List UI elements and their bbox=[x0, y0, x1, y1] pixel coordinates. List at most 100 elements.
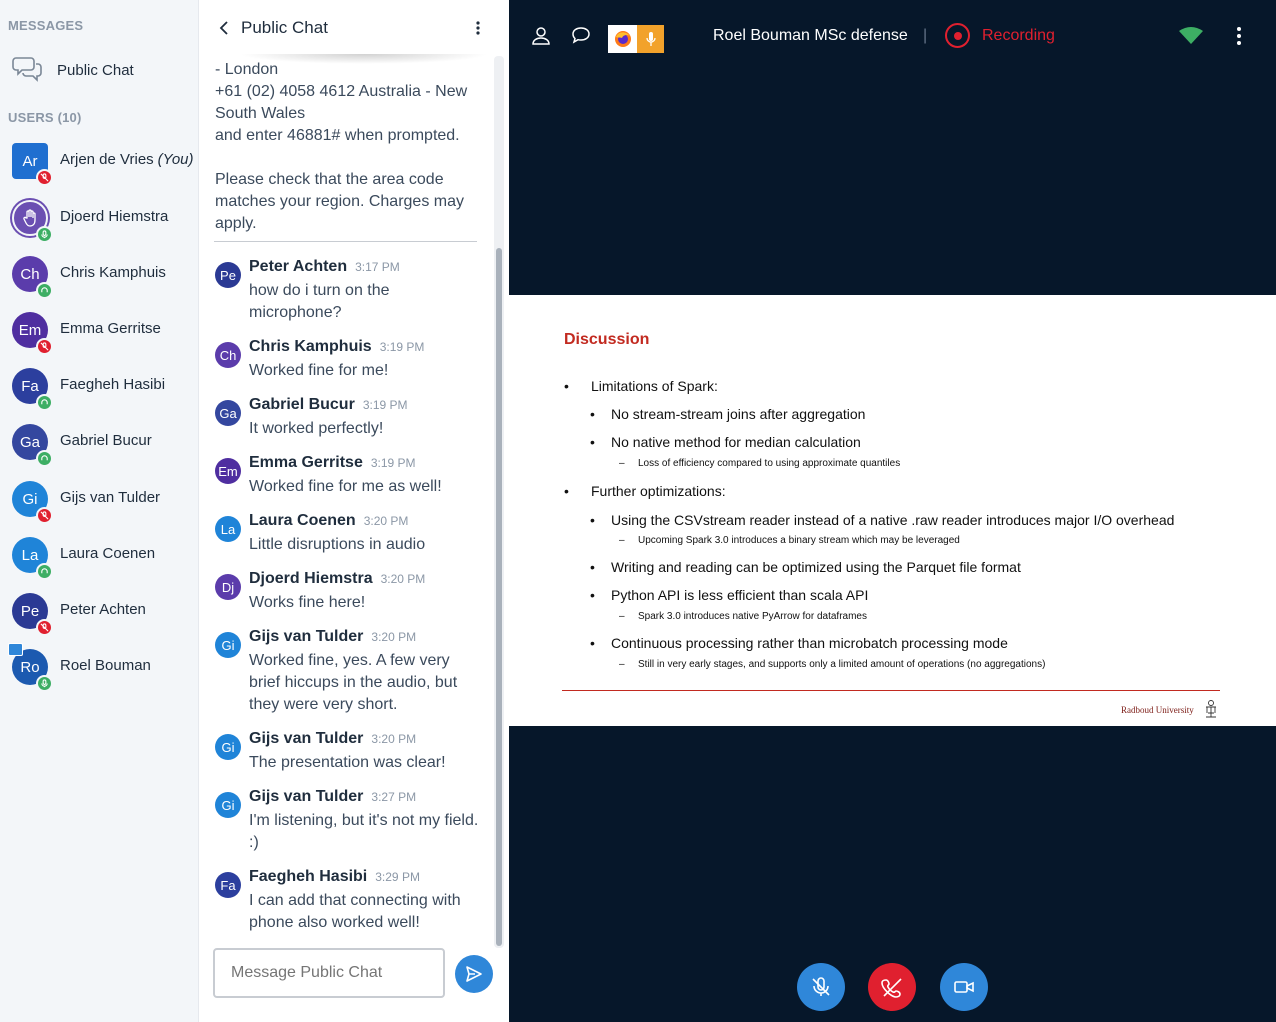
message-sender: Emma Gerritse bbox=[249, 454, 363, 471]
message-text: Worked fine, yes. A few very brief hiccu… bbox=[249, 652, 458, 713]
user-name: Roel Bouman bbox=[60, 657, 151, 674]
user-item[interactable]: Djoerd Hiemstra bbox=[0, 200, 198, 256]
message-header: Gijs van Tulder 3:27 PM bbox=[249, 788, 416, 806]
message-sender: Peter Achten bbox=[249, 258, 348, 275]
avatar: La bbox=[215, 516, 241, 542]
you-indicator: (You) bbox=[157, 151, 194, 168]
user-item[interactable]: La Laura Coenen bbox=[0, 537, 198, 593]
message-text: how do i turn on the microphone? bbox=[249, 282, 390, 321]
university-seal-icon bbox=[1206, 700, 1216, 718]
user-name: Djoerd Hiemstra bbox=[60, 208, 168, 225]
recording-label[interactable]: Recording bbox=[982, 27, 1055, 45]
user-name: Faegheh Hasibi bbox=[60, 376, 165, 393]
avatar-initials: Pe bbox=[220, 267, 236, 283]
message-time: 3:20 PM bbox=[371, 630, 417, 644]
slide-subsubbullet-quantiles: – Loss of efficiency compared to using ap… bbox=[619, 458, 901, 469]
user-item[interactable]: Em Emma Gerritse bbox=[0, 312, 198, 368]
welcome-line-charges: Please check that the area code matches … bbox=[215, 171, 464, 232]
avatar: Gi bbox=[215, 792, 241, 818]
mic-muted-icon bbox=[36, 619, 53, 636]
headphones-icon bbox=[36, 450, 53, 467]
slide-bullet-text: Python API is less efficient than scala … bbox=[611, 587, 869, 603]
slide-bullet-text: Loss of efficiency compared to using app… bbox=[638, 458, 901, 469]
headphones-icon bbox=[36, 394, 53, 411]
slide-bullet-text: Limitations of Spark: bbox=[591, 378, 718, 394]
mic-icon bbox=[36, 675, 53, 692]
avatar-initials: Ga bbox=[219, 405, 237, 421]
mic-icon bbox=[36, 226, 53, 243]
chat-panel: Public Chat - London +61 (02) 4058 4612 … bbox=[199, 0, 509, 1022]
send-icon bbox=[466, 966, 482, 982]
user-item[interactable]: Ar Arjen de Vries (You) bbox=[0, 143, 198, 199]
message-text: Little disruptions in audio bbox=[249, 536, 426, 553]
avatar-initials: Gi bbox=[22, 490, 38, 508]
title-separator: | bbox=[923, 27, 928, 44]
recording-icon[interactable] bbox=[945, 23, 970, 48]
slide-footer-line bbox=[562, 690, 1220, 691]
send-button[interactable] bbox=[455, 955, 493, 993]
avatar: Gi bbox=[215, 734, 241, 760]
user-item[interactable]: Ga Gabriel Bucur bbox=[0, 424, 198, 480]
message-sender: Laura Coenen bbox=[249, 512, 356, 529]
message-input[interactable] bbox=[213, 948, 445, 998]
message-text: Works fine here! bbox=[249, 594, 366, 611]
user-name-text: Chris Kamphuis bbox=[60, 264, 166, 281]
message-list[interactable]: - London +61 (02) 4058 4612 Australia - … bbox=[199, 56, 493, 946]
slide-bullet-text: Further optimizations: bbox=[591, 483, 726, 499]
mic-muted-icon bbox=[36, 507, 53, 524]
slide-bullet-text: Using the CSVstream reader instead of a … bbox=[611, 512, 1175, 528]
avatar-initials: Em bbox=[18, 321, 42, 339]
sidebar-item-public-chat[interactable]: Public Chat bbox=[0, 48, 198, 92]
user-name: Emma Gerritse bbox=[60, 320, 161, 337]
header-shadow bbox=[239, 54, 489, 64]
avatar-initials: Pe bbox=[20, 602, 40, 620]
slide-title: Discussion bbox=[564, 331, 650, 348]
chat-bubbles-icon bbox=[12, 57, 42, 82]
message-header: Gabriel Bucur 3:19 PM bbox=[249, 396, 408, 414]
avatar-initials: Gi bbox=[221, 797, 235, 813]
presenter-icon bbox=[8, 643, 23, 656]
mute-microphone-button[interactable] bbox=[797, 963, 845, 1011]
message-time: 3:19 PM bbox=[370, 456, 416, 470]
message-header: Gijs van Tulder 3:20 PM bbox=[249, 730, 416, 748]
message-header: Laura Coenen 3:20 PM bbox=[249, 512, 408, 530]
more-options-icon[interactable] bbox=[471, 18, 485, 38]
message-text: Worked fine for me as well! bbox=[249, 478, 442, 495]
user-name: Chris Kamphuis bbox=[60, 264, 166, 281]
message-text: Worked fine for me! bbox=[249, 362, 389, 379]
avatar-initials: Ch bbox=[20, 265, 40, 283]
user-list-toggle-icon[interactable] bbox=[529, 24, 553, 48]
chat-scrollbar-thumb[interactable] bbox=[496, 248, 502, 946]
slide-subbullet-median: • No native method for median calculation bbox=[590, 434, 861, 450]
user-name-text: Peter Achten bbox=[60, 601, 146, 618]
leave-audio-button[interactable] bbox=[868, 963, 916, 1011]
message-sender: Djoerd Hiemstra bbox=[249, 570, 373, 587]
user-item[interactable]: Gi Gijs van Tulder bbox=[0, 481, 198, 537]
share-webcam-button[interactable] bbox=[940, 963, 988, 1011]
user-name-text: Arjen de Vries bbox=[60, 151, 154, 168]
chat-toggle-icon[interactable] bbox=[569, 24, 593, 48]
message-time: 3:29 PM bbox=[375, 870, 420, 884]
top-bar: Roel Bouman MSc defense | Recording bbox=[509, 0, 1276, 72]
avatar-initials: Ar bbox=[22, 152, 38, 170]
user-item[interactable]: Pe Peter Achten bbox=[0, 593, 198, 649]
avatar: Em bbox=[215, 458, 241, 484]
user-item[interactable]: Ro Roel Bouman bbox=[0, 643, 198, 705]
connection-status-icon[interactable] bbox=[1178, 26, 1204, 46]
slide-bullet-text: Still in very early stages, and supports… bbox=[638, 659, 1046, 670]
avatar-initials: La bbox=[21, 546, 39, 564]
user-item[interactable]: Fa Faegheh Hasibi bbox=[0, 368, 198, 424]
avatar-initials: Ga bbox=[19, 433, 40, 451]
avatar: Ga bbox=[215, 400, 241, 426]
options-menu-icon[interactable] bbox=[1234, 25, 1244, 47]
chevron-left-icon[interactable] bbox=[217, 18, 231, 38]
presentation-slide: Discussion • Limitations of Spark: • No st… bbox=[509, 295, 1276, 726]
user-item[interactable]: Ch Chris Kamphuis bbox=[0, 256, 198, 312]
users-panel: MESSAGES Public Chat USERS (10) Ar Arjen … bbox=[0, 0, 199, 1022]
users-section-label: USERS (10) bbox=[8, 110, 82, 125]
message-text: I can add that connecting with phone als… bbox=[249, 892, 461, 931]
user-name: Laura Coenen bbox=[60, 545, 155, 562]
message-header: Emma Gerritse 3:19 PM bbox=[249, 454, 416, 472]
slide-subbullet-continuous: • Continuous processing rather than micro… bbox=[590, 635, 1008, 651]
avatar: Ch bbox=[215, 342, 241, 368]
